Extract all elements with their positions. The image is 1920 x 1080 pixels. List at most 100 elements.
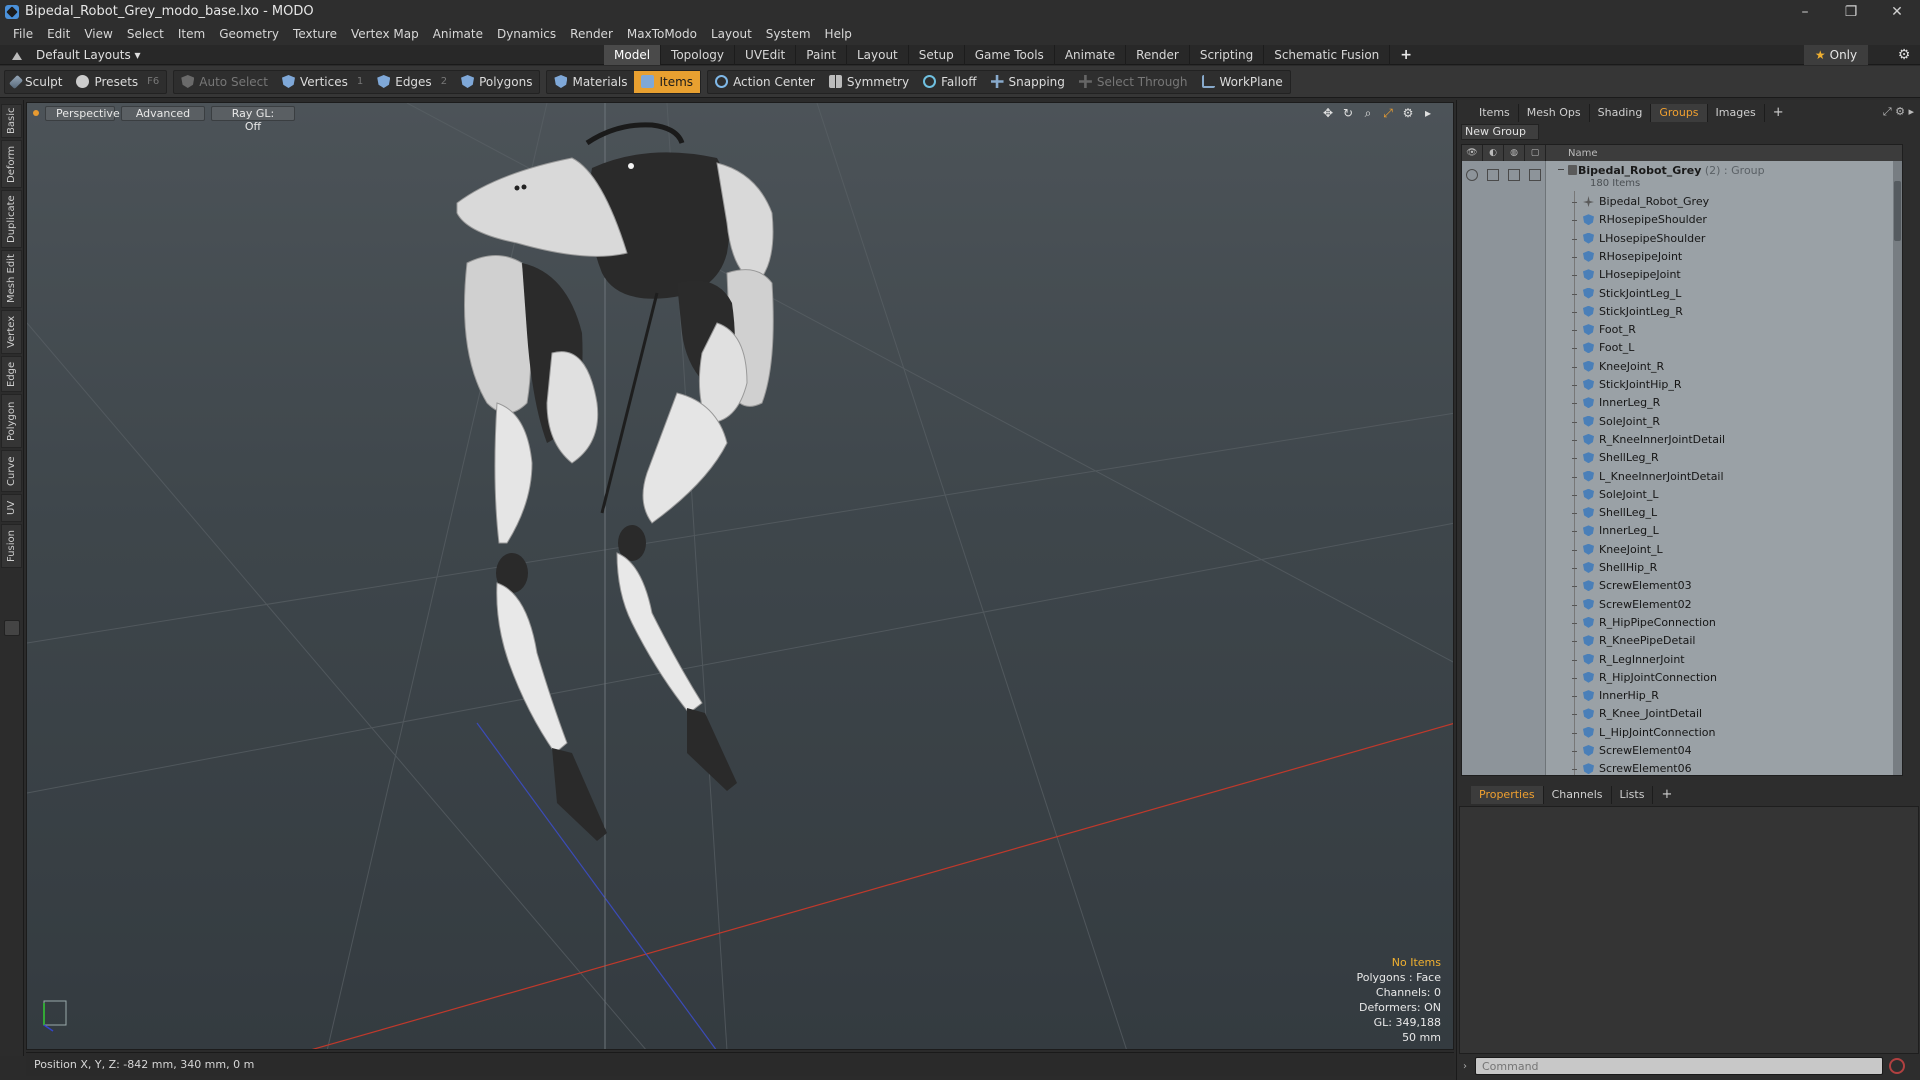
viewport-settings-icon[interactable]: ⚙: [1401, 106, 1415, 120]
menu-render[interactable]: Render: [563, 23, 620, 45]
list-item[interactable]: ScrewElement06: [1462, 760, 1902, 775]
menu-geometry[interactable]: Geometry: [212, 23, 286, 45]
left-panel-toggle[interactable]: [4, 620, 20, 636]
tab-shading[interactable]: Shading: [1590, 104, 1652, 122]
new-group-button[interactable]: New Group: [1461, 124, 1539, 140]
presets-button[interactable]: Presets F6: [69, 71, 166, 93]
symmetry-button[interactable]: Symmetry: [822, 71, 916, 93]
menu-help[interactable]: Help: [818, 23, 859, 45]
vertices-button[interactable]: Vertices 1: [275, 71, 370, 93]
tab-properties[interactable]: Properties: [1471, 786, 1544, 804]
left-tab-fusion[interactable]: Fusion: [1, 524, 22, 568]
left-tab-edge[interactable]: Edge: [1, 356, 22, 392]
sculpt-button[interactable]: Sculpt: [5, 71, 69, 93]
tab-model[interactable]: Model: [604, 45, 662, 65]
list-item[interactable]: Foot_R: [1462, 321, 1902, 339]
list-item[interactable]: StickJointHip_R: [1462, 376, 1902, 394]
menu-layout[interactable]: Layout: [704, 23, 759, 45]
list-item[interactable]: ShellLeg_L: [1462, 504, 1902, 522]
tab-channels[interactable]: Channels: [1544, 786, 1612, 804]
tab-render[interactable]: Render: [1126, 45, 1190, 65]
left-tab-basic[interactable]: Basic: [1, 104, 22, 138]
visibility-header-icon[interactable]: 👁: [1462, 145, 1483, 161]
zoom-icon[interactable]: ⌕: [1361, 106, 1375, 120]
tab-items[interactable]: Items: [1471, 104, 1519, 122]
materials-button[interactable]: Materials: [547, 71, 634, 93]
command-stop-icon[interactable]: [1889, 1058, 1905, 1074]
view-type-button[interactable]: Perspective: [45, 105, 120, 121]
name-column-header[interactable]: Name: [1558, 148, 1598, 159]
list-item[interactable]: ScrewElement02: [1462, 596, 1902, 614]
left-tab-polygon[interactable]: Polygon: [1, 394, 22, 448]
left-tab-vertex[interactable]: Vertex: [1, 310, 22, 354]
list-item[interactable]: Foot_L: [1462, 339, 1902, 357]
menu-item[interactable]: Item: [171, 23, 212, 45]
add-tab-button[interactable]: +: [1390, 45, 1422, 65]
list-item[interactable]: R_LegInnerJoint: [1462, 651, 1902, 669]
tree-scrollbar[interactable]: [1893, 161, 1902, 775]
list-item[interactable]: SoleJoint_L: [1462, 486, 1902, 504]
root-lock-toggle[interactable]: [1487, 169, 1499, 181]
list-item[interactable]: R_KneeInnerJointDetail: [1462, 431, 1902, 449]
list-item[interactable]: InnerHip_R: [1462, 687, 1902, 705]
tab-images[interactable]: Images: [1708, 104, 1765, 122]
left-tab-uv[interactable]: UV: [1, 494, 22, 522]
viewport-menu-icon[interactable]: [33, 110, 39, 116]
polygons-button[interactable]: Polygons: [454, 71, 539, 93]
list-item[interactable]: ScrewElement03: [1462, 577, 1902, 595]
tab-animate[interactable]: Animate: [1055, 45, 1127, 65]
minimize-button[interactable]: –: [1782, 0, 1828, 23]
left-tab-deform[interactable]: Deform: [1, 140, 22, 188]
menu-dynamics[interactable]: Dynamics: [490, 23, 563, 45]
list-item[interactable]: RHosepipeShoulder: [1462, 211, 1902, 229]
add-panel-tab-button[interactable]: +: [1765, 104, 1792, 122]
left-tab-duplicate[interactable]: Duplicate: [1, 190, 22, 248]
list-item[interactable]: R_HipJointConnection: [1462, 669, 1902, 687]
render-header-icon[interactable]: ◍: [1504, 145, 1525, 161]
command-history-icon[interactable]: ›: [1463, 1061, 1467, 1072]
menu-system[interactable]: System: [759, 23, 818, 45]
items-button[interactable]: Items: [634, 70, 701, 93]
add-props-tab-button[interactable]: +: [1653, 786, 1680, 804]
menu-edit[interactable]: Edit: [40, 23, 77, 45]
list-item[interactable]: ScrewElement04: [1462, 742, 1902, 760]
tab-uvedit[interactable]: UVEdit: [735, 45, 797, 65]
pan-icon[interactable]: ✥: [1321, 106, 1335, 120]
fit-icon[interactable]: ⤢: [1381, 106, 1395, 120]
root-select-toggle[interactable]: [1529, 169, 1541, 181]
list-item[interactable]: InnerLeg_L: [1462, 522, 1902, 540]
snapping-button[interactable]: Snapping: [984, 71, 1072, 93]
lock-header-icon[interactable]: ◐: [1483, 145, 1504, 161]
restore-button[interactable]: ❐: [1828, 0, 1874, 23]
raygl-button[interactable]: Ray GL: Off: [211, 105, 295, 133]
list-item[interactable]: R_KneePipeDetail: [1462, 632, 1902, 650]
list-item[interactable]: KneeJoint_L: [1462, 541, 1902, 559]
list-item[interactable]: StickJointLeg_R: [1462, 303, 1902, 321]
list-item[interactable]: InnerLeg_R: [1462, 394, 1902, 412]
rotate-icon[interactable]: ↻: [1341, 106, 1355, 120]
list-item[interactable]: LHosepipeJoint: [1462, 266, 1902, 284]
menu-file[interactable]: File: [6, 23, 40, 45]
tab-schematic-fusion[interactable]: Schematic Fusion: [1264, 45, 1391, 65]
list-item[interactable]: R_HipPipeConnection: [1462, 614, 1902, 632]
root-render-toggle[interactable]: [1508, 169, 1520, 181]
select-header-icon[interactable]: ▢: [1525, 145, 1546, 161]
group-root-row[interactable]: Bipedal_Robot_Grey (2) : Group 180 Items: [1462, 161, 1902, 191]
menu-texture[interactable]: Texture: [286, 23, 344, 45]
collapse-icon[interactable]: [1558, 169, 1564, 170]
menu-animate[interactable]: Animate: [426, 23, 490, 45]
left-tab-curve[interactable]: Curve: [1, 450, 22, 492]
menu-maxtomodo[interactable]: MaxToModo: [620, 23, 704, 45]
tab-game-tools[interactable]: Game Tools: [965, 45, 1055, 65]
left-tab-mesh-edit[interactable]: Mesh Edit: [1, 250, 22, 308]
tab-lists[interactable]: Lists: [1612, 786, 1654, 804]
only-button[interactable]: ★ Only: [1804, 45, 1868, 65]
list-item[interactable]: StickJointLeg_L: [1462, 285, 1902, 303]
list-item[interactable]: L_KneeInnerJointDetail: [1462, 468, 1902, 486]
menu-select[interactable]: Select: [120, 23, 171, 45]
menu-view[interactable]: View: [77, 23, 119, 45]
list-item[interactable]: KneeJoint_R: [1462, 358, 1902, 376]
tree-scroll-thumb[interactable]: [1894, 181, 1901, 241]
tab-paint[interactable]: Paint: [796, 45, 847, 65]
tab-groups[interactable]: Groups: [1651, 104, 1708, 122]
